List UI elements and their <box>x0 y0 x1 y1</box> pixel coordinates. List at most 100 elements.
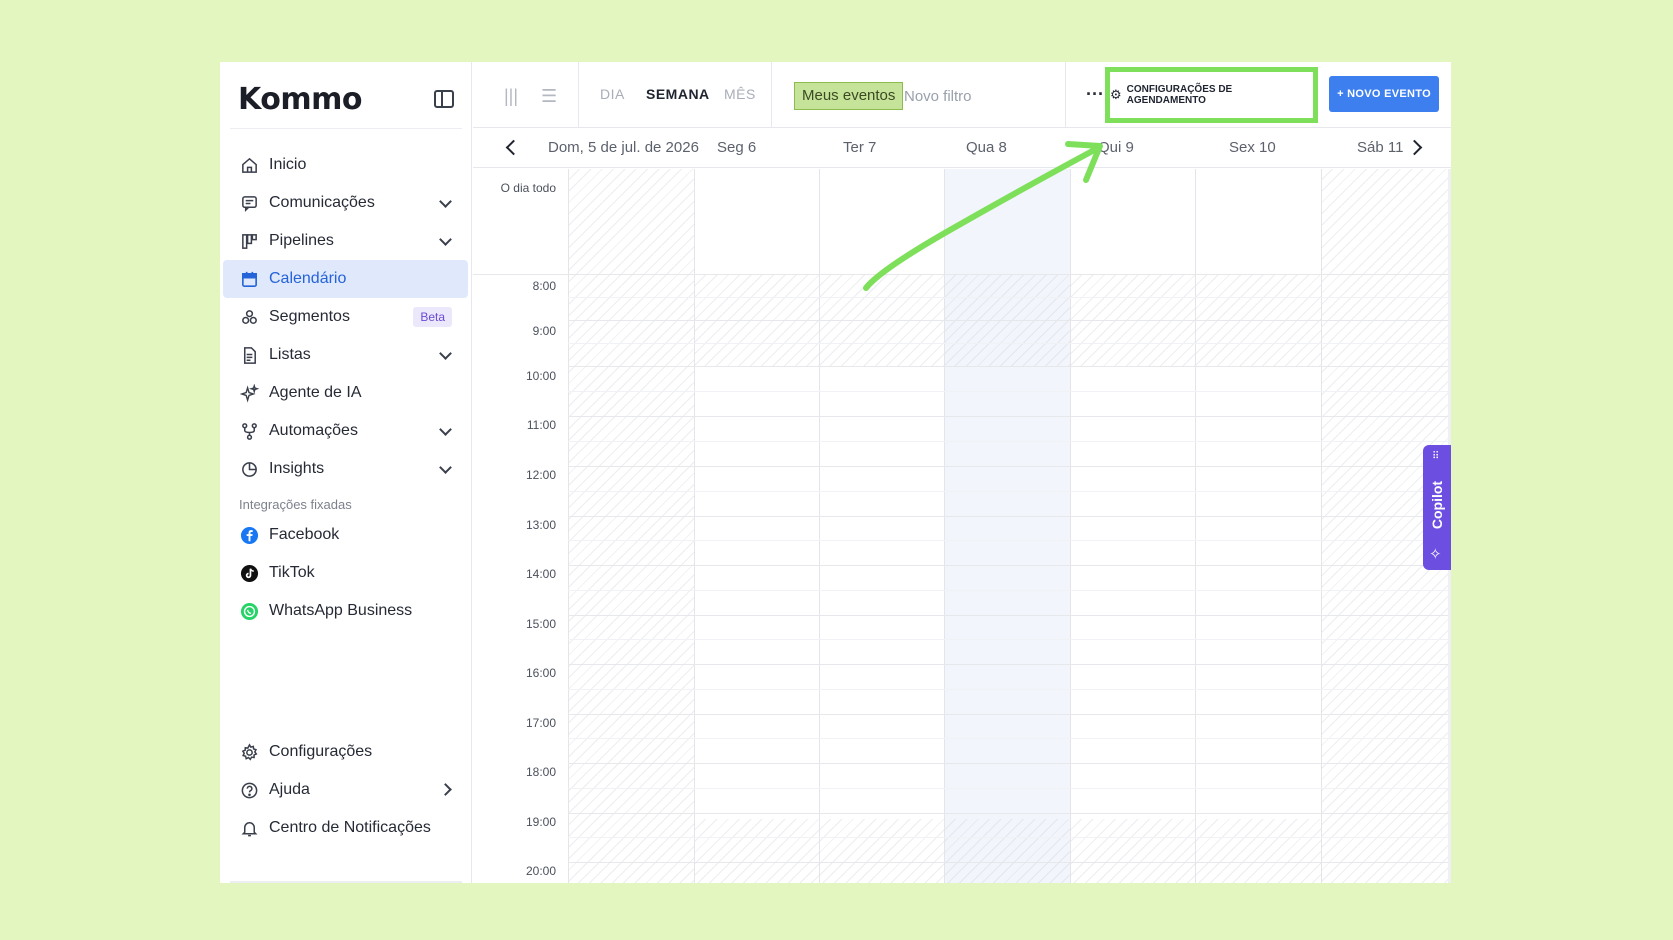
day-column-mon[interactable] <box>694 169 820 883</box>
sidebar-item-ajuda[interactable]: Ajuda <box>223 771 468 809</box>
pie-chart-icon <box>239 459 259 479</box>
grid-line <box>568 320 1451 321</box>
mode-mes[interactable]: MÊS <box>724 86 756 102</box>
sidebar-item-label: Pipelines <box>269 232 334 249</box>
sidebar-item-listas[interactable]: Listas <box>223 336 468 374</box>
chevron-down-icon[interactable] <box>439 423 452 436</box>
main-nav: Inicio Comunicações Pipelines Calendário… <box>223 146 468 630</box>
chevron-down-icon[interactable] <box>439 461 452 474</box>
sidebar-item-label: Automações <box>269 422 358 439</box>
sidebar-item-tiktok[interactable]: TikTok <box>223 554 468 592</box>
sidebar-item-label: Comunicações <box>269 194 375 211</box>
grid-line <box>568 738 1451 739</box>
more-options-button[interactable]: ··· <box>1086 84 1104 105</box>
list-view-icon[interactable]: ☰ <box>541 86 557 107</box>
hour-label: 16:00 <box>525 666 556 680</box>
unavailable-slot <box>695 275 820 367</box>
day-header-wed: Qua 8 <box>966 139 1007 156</box>
mode-dia[interactable]: DIA <box>600 86 625 102</box>
hour-label: 8:00 <box>532 279 556 293</box>
unavailable-slot <box>1071 275 1196 367</box>
sidebar-collapse-icon[interactable] <box>434 90 454 108</box>
chevron-left-icon[interactable] <box>505 139 522 156</box>
help-icon <box>239 780 259 800</box>
hour-label: 13:00 <box>525 518 556 532</box>
sidebar-item-label: Segmentos <box>269 308 350 325</box>
hour-label: 10:00 <box>525 369 556 383</box>
sidebar-item-label: Configurações <box>269 743 373 760</box>
grid-line <box>568 763 1451 764</box>
grid-line <box>568 714 1451 715</box>
day-column-tue[interactable] <box>819 169 945 883</box>
sidebar-item-facebook[interactable]: Facebook <box>223 516 468 554</box>
sidebar-item-insights[interactable]: Insights <box>223 450 468 488</box>
sidebar: Kommo Inicio Comunicações Pipelines Cale… <box>220 62 472 883</box>
copilot-label: Copilot <box>1429 480 1445 530</box>
sidebar-item-notificacoes[interactable]: Centro de Notificações <box>223 809 468 847</box>
divider <box>230 881 462 883</box>
hour-label: 20:00 <box>525 864 556 878</box>
app-window: Kommo Inicio Comunicações Pipelines Cale… <box>220 62 1451 883</box>
sidebar-item-comunicacoes[interactable]: Comunicações <box>223 184 468 222</box>
sidebar-item-segmentos[interactable]: Segmentos Beta <box>223 298 468 336</box>
grid-line <box>568 391 1451 392</box>
all-day-divider <box>473 274 1451 275</box>
grid-line <box>568 788 1451 789</box>
grid-line <box>568 664 1451 665</box>
whatsapp-icon <box>239 601 259 621</box>
facebook-icon <box>239 525 259 545</box>
day-header-thu: Qui 9 <box>1098 139 1134 156</box>
day-column-thu[interactable] <box>1070 169 1196 883</box>
calendar-icon <box>239 269 259 289</box>
hour-label: 12:00 <box>525 468 556 482</box>
hour-label: 11:00 <box>526 418 556 432</box>
new-filter-link[interactable]: Novo filtro <box>904 88 972 105</box>
hour-label: 14:00 <box>525 567 556 581</box>
columns-view-icon[interactable]: ||| <box>504 86 518 107</box>
unavailable-slot <box>695 819 820 883</box>
calendar-toolbar: ||| ☰ DIA SEMANA MÊS Meus eventos Novo f… <box>473 62 1451 128</box>
day-header-fri: Sex 10 <box>1229 139 1276 156</box>
divider <box>578 62 579 128</box>
sidebar-item-configuracoes[interactable]: Configurações <box>223 733 468 771</box>
unavailable-slot <box>945 819 1071 883</box>
hour-label: 15:00 <box>525 617 556 631</box>
day-column-sun[interactable] <box>568 169 694 883</box>
sidebar-item-inicio[interactable]: Inicio <box>223 146 468 184</box>
grid-line <box>568 297 1451 298</box>
hour-label: 18:00 <box>525 765 556 779</box>
bell-icon <box>239 818 259 838</box>
chevron-down-icon[interactable] <box>439 347 452 360</box>
grid-line <box>568 366 1451 367</box>
schedule-settings-button[interactable]: ⚙ CONFIGURAÇÕES DE AGENDAMENTO <box>1105 67 1318 123</box>
logo-row: Kommo <box>238 82 460 118</box>
day-column-fri[interactable] <box>1195 169 1322 883</box>
tiktok-icon <box>239 563 259 583</box>
new-event-button[interactable]: + NOVO EVENTO <box>1329 76 1439 112</box>
sidebar-item-pipelines[interactable]: Pipelines <box>223 222 468 260</box>
grid-line <box>568 813 1451 814</box>
sidebar-item-calendario[interactable]: Calendário <box>223 260 468 298</box>
sidebar-item-label: Facebook <box>269 526 340 543</box>
grid-line <box>568 516 1451 517</box>
unavailable-slot <box>820 819 945 883</box>
copilot-tab[interactable]: ⠿ Copilot ✧ <box>1423 445 1451 570</box>
sidebar-item-automacoes[interactable]: Automações <box>223 412 468 450</box>
sidebar-item-whatsapp[interactable]: WhatsApp Business <box>223 592 468 630</box>
day-header-sat: Sáb 11 <box>1357 139 1404 156</box>
filter-meus-eventos[interactable]: Meus eventos <box>794 82 904 110</box>
drag-handle-icon[interactable]: ⠿ <box>1432 452 1440 462</box>
unavailable-slot <box>820 275 945 367</box>
gear-icon: ⚙ <box>1110 87 1122 102</box>
kommo-logo: Kommo <box>238 82 362 117</box>
chevron-down-icon[interactable] <box>439 195 452 208</box>
day-column-wed[interactable] <box>944 169 1071 883</box>
chevron-right-icon[interactable] <box>439 783 452 796</box>
sidebar-item-agente-ia[interactable]: Agente de IA <box>223 374 468 412</box>
schedule-settings-label: CONFIGURAÇÕES DE AGENDAMENTO <box>1126 84 1233 106</box>
mode-semana[interactable]: SEMANA <box>646 86 710 102</box>
pipeline-icon <box>239 231 259 251</box>
grid-line <box>568 615 1451 616</box>
chevron-right-icon[interactable] <box>1406 139 1423 156</box>
chevron-down-icon[interactable] <box>439 233 452 246</box>
